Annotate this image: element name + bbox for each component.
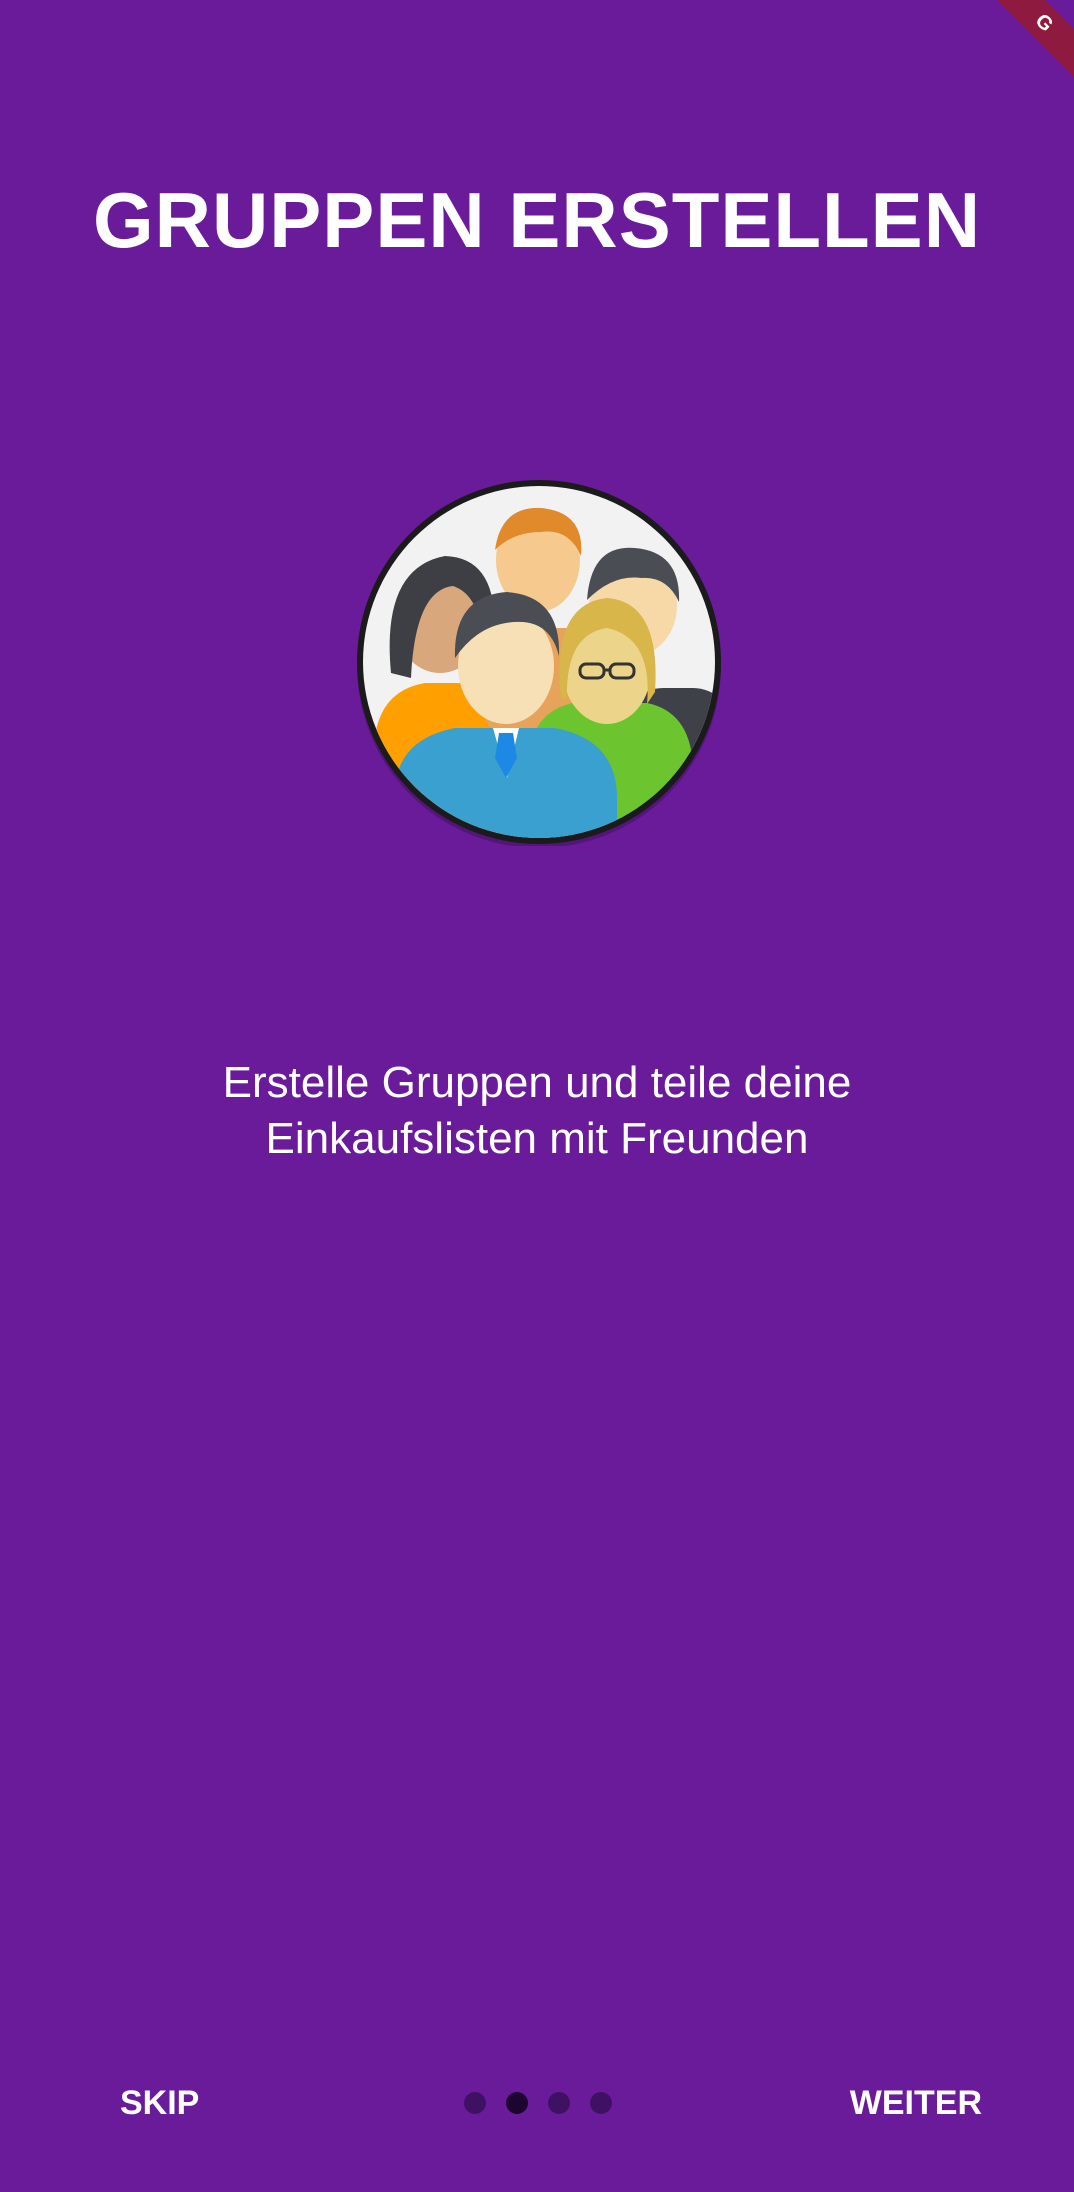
page-dot — [590, 2092, 612, 2114]
debug-banner-ribbon: G — [968, 0, 1074, 99]
page-dot — [464, 2092, 486, 2114]
group-people-icon — [355, 478, 723, 848]
page-indicator — [464, 2092, 612, 2114]
page-dot — [548, 2092, 570, 2114]
debug-corner-banner: G — [954, 0, 1074, 120]
onboarding-bottom-bar: SKIP WEITER — [0, 2068, 1074, 2138]
page-dot-active — [506, 2092, 528, 2114]
next-button[interactable]: WEITER — [850, 2068, 982, 2138]
description-text: Erstelle Gruppen und teile deine Einkauf… — [120, 1055, 954, 1167]
description-line-2: Einkaufslisten mit Freunden — [265, 1114, 809, 1163]
page-title: GRUPPEN ERSTELLEN — [92, 176, 982, 264]
description-line-1: Erstelle Gruppen und teile deine — [222, 1058, 852, 1107]
skip-button[interactable]: SKIP — [120, 2068, 199, 2138]
onboarding-screen: G GRUPPEN ERSTELLEN Erstelle Gruppen und… — [0, 0, 1074, 2192]
